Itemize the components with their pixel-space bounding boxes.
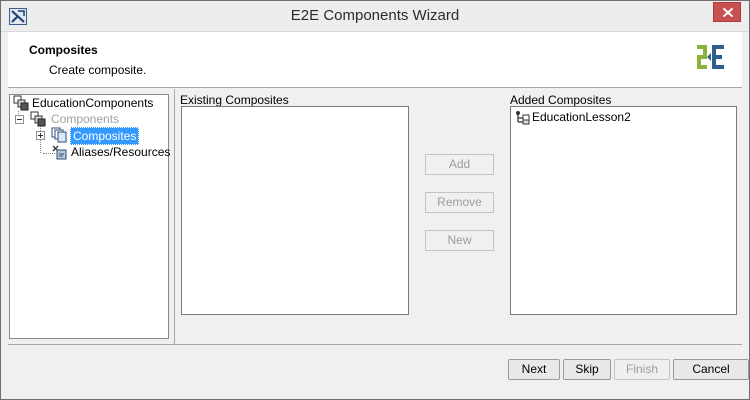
remove-button[interactable]: Remove — [425, 192, 494, 213]
page-subtitle: Create composite. — [49, 63, 147, 77]
title-bar[interactable]: E2E Components Wizard — [1, 1, 749, 32]
composite-item-icon — [514, 109, 530, 125]
components-icon — [30, 111, 46, 127]
next-button[interactable]: Next — [508, 359, 560, 380]
wizard-header: Composites Create composite. — [8, 32, 742, 88]
components-root-icon — [13, 95, 29, 111]
close-icon — [723, 8, 733, 17]
panel-divider[interactable] — [174, 89, 175, 344]
tree-item-label: EducationComponents — [32, 96, 154, 110]
finish-button[interactable]: Finish — [614, 359, 670, 380]
existing-composites-list[interactable] — [181, 106, 409, 315]
skip-button[interactable]: Skip — [563, 359, 611, 380]
wizard-window: E2E Components Wizard Composites Create … — [0, 0, 750, 400]
added-composites-list[interactable]: EducationLesson2 — [510, 106, 737, 315]
tree-item-label: Composites — [70, 127, 140, 145]
list-item-label: EducationLesson2 — [532, 110, 631, 124]
existing-composites-label: Existing Composites — [180, 93, 289, 107]
close-button[interactable] — [713, 2, 741, 22]
add-button[interactable]: Add — [425, 154, 494, 175]
cancel-button[interactable]: Cancel — [673, 359, 749, 380]
collapse-toggle[interactable] — [15, 115, 24, 124]
aliases-resources-icon — [51, 144, 67, 160]
composites-icon — [51, 127, 67, 143]
footer-divider — [8, 344, 742, 345]
tree-item-label: Components — [51, 112, 120, 126]
window-title: E2E Components Wizard — [290, 7, 460, 24]
e2e-logo-icon — [697, 42, 726, 72]
new-button[interactable]: New — [425, 230, 494, 251]
expand-toggle[interactable] — [36, 131, 45, 140]
navigation-tree[interactable]: EducationComponents Components Composite… — [9, 94, 171, 339]
tree-item-label: Aliases/Resources — [71, 145, 171, 159]
added-composites-label: Added Composites — [510, 93, 612, 107]
page-title: Composites — [29, 43, 98, 57]
